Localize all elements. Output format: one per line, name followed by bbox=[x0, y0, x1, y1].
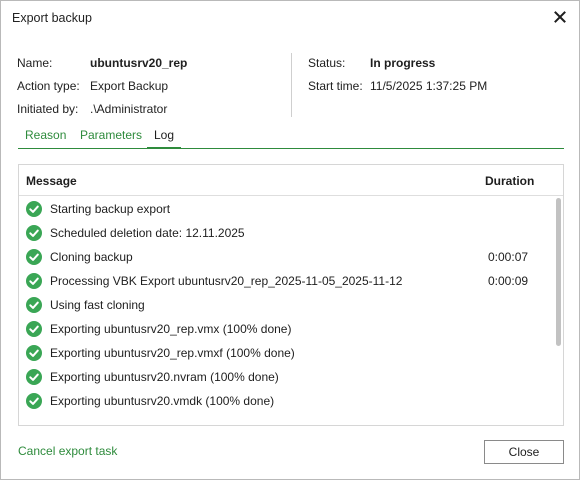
export-backup-dialog: Export backup Name: ubuntusrv20_rep Acti… bbox=[0, 0, 580, 480]
log-row[interactable]: Exporting ubuntusrv20_rep.vmxf (100% don… bbox=[19, 341, 555, 365]
success-check-icon bbox=[26, 249, 42, 265]
log-scrollbar[interactable] bbox=[554, 197, 563, 425]
log-row[interactable]: Starting backup export bbox=[19, 197, 555, 221]
initiated-by-value: .\Administrator bbox=[90, 102, 168, 116]
cancel-export-task-link[interactable]: Cancel export task bbox=[18, 444, 117, 458]
log-message: Using fast cloning bbox=[50, 298, 145, 312]
log-duration: 0:00:07 bbox=[488, 250, 529, 264]
tab-parameters[interactable]: Parameters bbox=[73, 127, 149, 149]
log-row[interactable]: Exporting ubuntusrv20.nvram (100% done) bbox=[19, 365, 555, 389]
success-check-icon bbox=[26, 369, 42, 385]
initiated-by-label: Initiated by: bbox=[17, 102, 79, 116]
log-message: Scheduled deletion date: 12.11.2025 bbox=[50, 226, 245, 240]
start-time-value: 11/5/2025 1:37:25 PM bbox=[370, 79, 488, 93]
success-check-icon bbox=[26, 393, 42, 409]
log-row[interactable]: Processing VBK Export ubuntusrv20_rep_20… bbox=[19, 269, 555, 293]
duration-column-header[interactable]: Duration bbox=[485, 174, 534, 188]
success-check-icon bbox=[26, 321, 42, 337]
title-bar: Export backup bbox=[1, 1, 579, 35]
action-type-label: Action type: bbox=[17, 79, 80, 93]
tab-underline bbox=[18, 148, 564, 149]
log-message: Exporting ubuntusrv20.nvram (100% done) bbox=[50, 370, 279, 384]
log-duration: 0:00:09 bbox=[488, 274, 529, 288]
log-table: Message Duration Starting backup export … bbox=[18, 164, 564, 426]
log-message: Exporting ubuntusrv20_rep.vmx (100% done… bbox=[50, 322, 292, 336]
success-check-icon bbox=[26, 225, 42, 241]
info-divider bbox=[291, 53, 292, 117]
log-message: Exporting ubuntusrv20_rep.vmxf (100% don… bbox=[50, 346, 295, 360]
log-message: Exporting ubuntusrv20.vmdk (100% done) bbox=[50, 394, 275, 408]
success-check-icon bbox=[26, 273, 42, 289]
log-row[interactable]: Cloning backup 0:00:07 bbox=[19, 245, 555, 269]
scrollbar-thumb[interactable] bbox=[556, 198, 561, 346]
log-row[interactable]: Exporting ubuntusrv20_rep.vmx (100% done… bbox=[19, 317, 555, 341]
success-check-icon bbox=[26, 297, 42, 313]
start-time-label: Start time: bbox=[308, 79, 363, 93]
log-message: Starting backup export bbox=[50, 202, 171, 216]
log-row[interactable]: Scheduled deletion date: 12.11.2025 bbox=[19, 221, 555, 245]
log-header: Message Duration bbox=[19, 165, 563, 196]
success-check-icon bbox=[26, 345, 42, 361]
log-message: Cloning backup bbox=[50, 250, 133, 264]
log-message: Processing VBK Export ubuntusrv20_rep_20… bbox=[50, 274, 403, 288]
status-value: In progress bbox=[370, 56, 436, 70]
close-button[interactable]: Close bbox=[484, 440, 564, 464]
log-row[interactable]: Using fast cloning bbox=[19, 293, 555, 317]
name-value: ubuntusrv20_rep bbox=[90, 56, 188, 70]
action-type-value: Export Backup bbox=[90, 79, 169, 93]
dialog-title: Export backup bbox=[12, 11, 92, 25]
tab-reason[interactable]: Reason bbox=[18, 127, 73, 149]
status-label: Status: bbox=[308, 56, 346, 70]
success-check-icon bbox=[26, 201, 42, 217]
tab-log[interactable]: Log bbox=[147, 127, 182, 149]
log-row[interactable]: Exporting ubuntusrv20.vmdk (100% done) bbox=[19, 389, 555, 413]
name-label: Name: bbox=[17, 56, 53, 70]
close-icon[interactable] bbox=[550, 7, 570, 27]
message-column-header[interactable]: Message bbox=[26, 174, 77, 188]
